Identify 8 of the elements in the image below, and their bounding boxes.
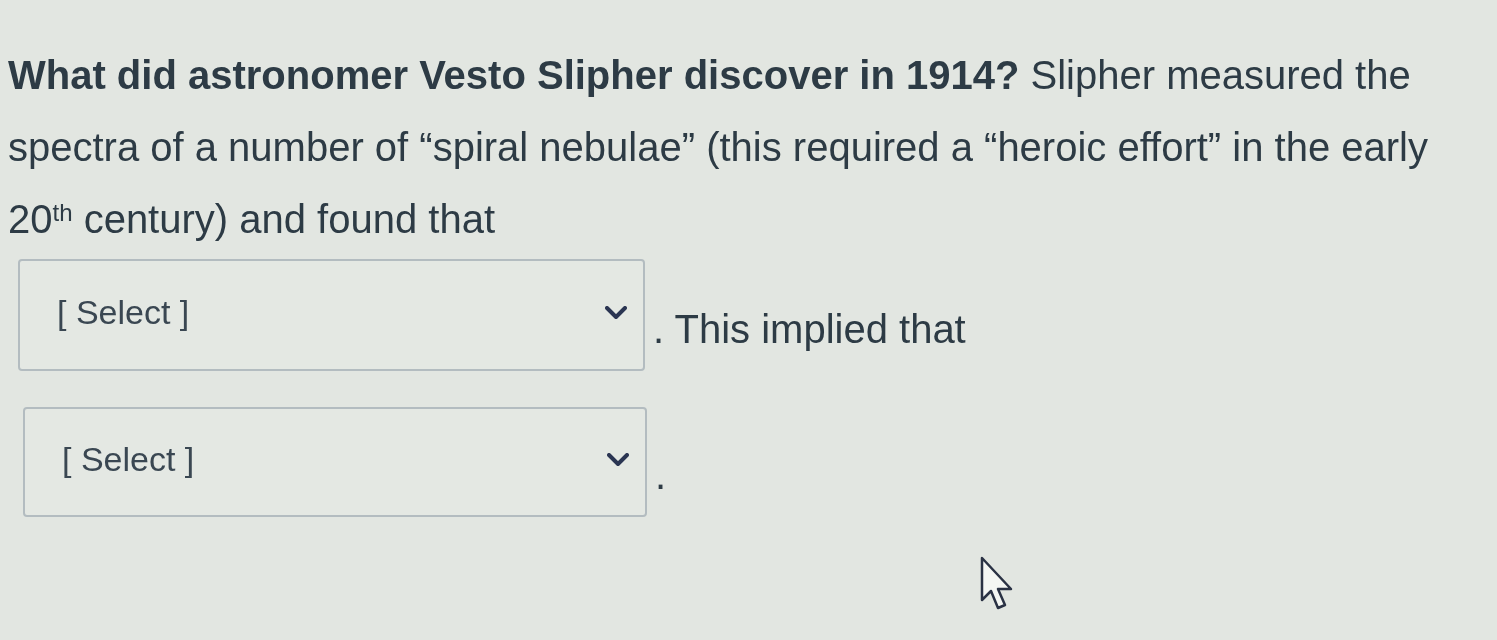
mouse-pointer-icon	[980, 556, 1014, 610]
answer-dropdown[interactable]: [ Select ]	[23, 407, 647, 517]
sentence-text: . This implied that	[653, 306, 966, 353]
chevron-down-icon	[607, 453, 629, 467]
question-text: What did astronomer Vesto Slipher discover in 1914? Slipher measured the spectra of a number of “spiral nebulae” (this required a “heroic effort” in the early 20$^{th}$ century) and found that	[7, 52, 1429, 243]
answer-dropdown[interactable]: [ Select ]	[18, 259, 645, 371]
chevron-down-icon	[605, 306, 627, 320]
sentence-text: .	[655, 452, 667, 499]
